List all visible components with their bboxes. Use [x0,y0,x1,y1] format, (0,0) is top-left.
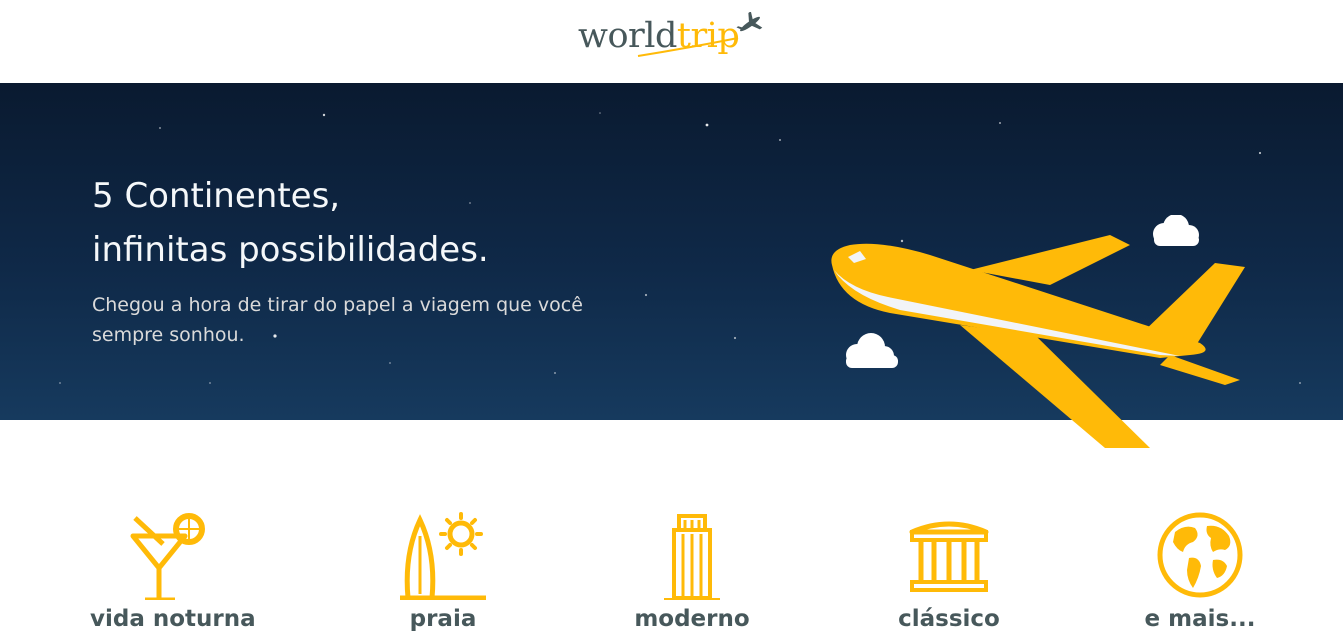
travel-type-label: clássico [898,606,1000,632]
travel-type-moderno[interactable]: moderno [612,510,772,632]
banner-title-line-1: 5 Continentes, [92,176,341,216]
travel-type-label: praia [409,606,477,632]
surfboard-sun-icon [400,512,486,600]
hero-banner: 5 Continentes, infinitas possibilidades.… [0,83,1343,448]
worldtrip-logo[interactable]: worldtrip [578,12,768,62]
cocktail-icon [130,513,205,600]
skyscraper-icon [664,514,720,600]
travel-type-classico[interactable]: clássico [869,510,1029,632]
header: worldtrip [0,0,1343,83]
travel-types: vida noturna praia moderno clássico e ma… [0,510,1343,643]
banner-subtitle: Chegou a hora de tirar do papel a viagem… [92,294,583,346]
classical-building-icon [909,521,989,592]
airplane-illustration [831,215,1245,448]
travel-type-label: moderno [634,606,750,632]
travel-type-e-mais[interactable]: e mais... [1120,510,1280,632]
globe-icon [1157,512,1243,598]
travel-type-praia[interactable]: praia [363,510,523,632]
banner-title-line-2: infinitas possibilidades. [92,230,489,270]
travel-type-label: vida noturna [90,606,256,632]
travel-type-label: e mais... [1144,606,1256,632]
travel-type-vida-noturna[interactable]: vida noturna [90,510,256,632]
airplane-icon [637,12,763,57]
banner-title: 5 Continentes, infinitas possibilidades. [92,169,712,277]
